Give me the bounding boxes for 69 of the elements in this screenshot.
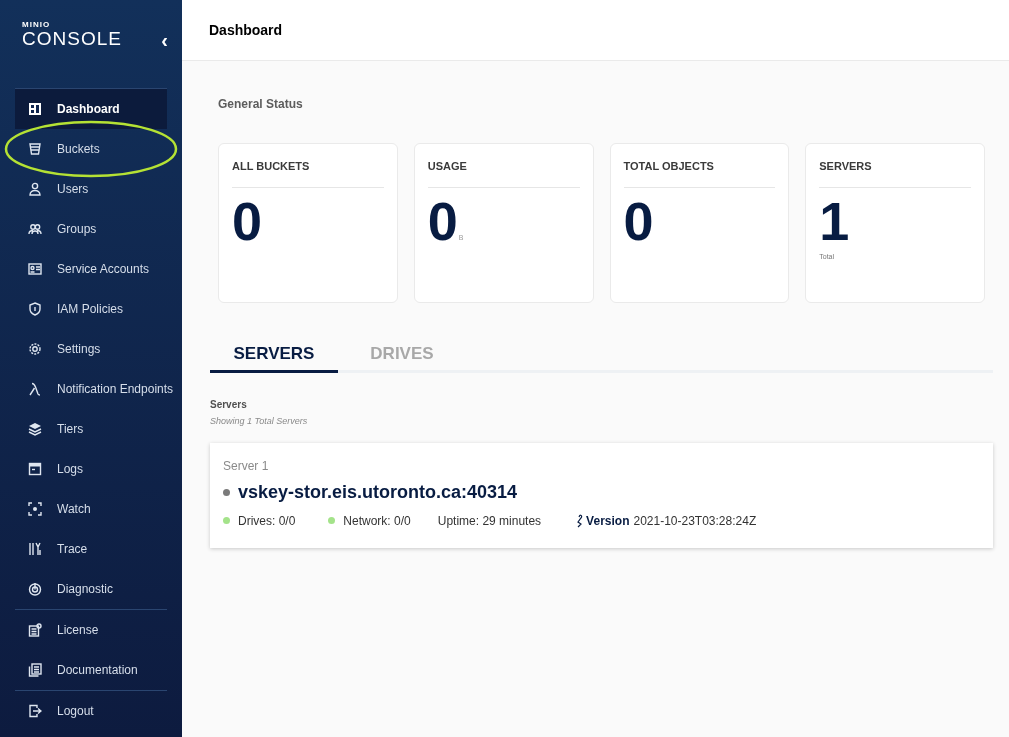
collapse-button[interactable]: ‹ <box>161 30 168 50</box>
id-card-icon <box>28 262 42 276</box>
documents-icon <box>28 663 42 677</box>
card-label: SERVERS <box>819 160 872 172</box>
nav-label: Notification Endpoints <box>57 381 174 398</box>
trace-lines-icon <box>28 542 42 556</box>
nav-item[interactable]: Diagnostic <box>15 569 167 609</box>
list-title: Servers <box>210 398 248 412</box>
nav-label: IAM Policies <box>57 301 124 318</box>
settings-icon <box>28 342 42 356</box>
nav-item[interactable]: Tiers <box>15 409 167 449</box>
card-value: 1 <box>819 189 850 252</box>
nav-item[interactable]: Dashboard <box>15 89 167 129</box>
list-subtitle: Showing 1 Total Servers <box>210 415 309 428</box>
version-label: Version <box>586 512 630 530</box>
tab[interactable]: SERVERS <box>210 337 338 373</box>
shield-icon <box>28 302 42 316</box>
license-icon <box>28 623 42 637</box>
bucket-icon <box>28 142 42 156</box>
logout-icon <box>28 704 42 718</box>
nav-label: Dashboard <box>57 101 120 118</box>
card-label: ALL BUCKETS <box>232 160 310 172</box>
server-name: Server 1 <box>223 457 269 475</box>
network-status: Network: 0/0 <box>343 512 411 530</box>
nav-label: Diagnostic <box>57 581 114 598</box>
nav-label: Buckets <box>57 141 100 158</box>
nav-label: Service Accounts <box>57 261 150 278</box>
logo-text: CONSOLE <box>22 29 122 49</box>
group-icon <box>28 222 42 236</box>
nav-label: Users <box>57 181 89 198</box>
nav-item[interactable]: Settings <box>15 329 167 369</box>
card-value: 0 <box>623 189 654 252</box>
card-value: 0 <box>232 189 263 252</box>
nav-label: Groups <box>57 221 97 238</box>
log-window-icon <box>28 462 42 476</box>
nav-label: Logout <box>57 703 94 720</box>
card-label: USAGE <box>427 160 467 172</box>
card-label: TOTAL OBJECTS <box>623 160 714 172</box>
user-icon <box>28 182 42 196</box>
focus-icon <box>28 502 42 516</box>
nav-item[interactable]: Watch <box>15 489 167 529</box>
card-value: 0 <box>427 189 458 252</box>
version-text: 2021-10-23T03:28:24Z <box>633 512 757 530</box>
nav-item[interactable]: Groups <box>15 209 167 249</box>
nav-item[interactable]: License <box>15 610 167 650</box>
nav-item[interactable]: Logs <box>15 449 167 489</box>
nav-label: Trace <box>57 541 88 558</box>
layers-icon <box>28 422 42 436</box>
uptime-text: Uptime: 29 minutes <box>437 512 542 530</box>
nav-item[interactable]: Users <box>15 169 167 209</box>
nav-item[interactable]: Documentation <box>15 650 167 690</box>
nav-label: Logs <box>57 461 84 478</box>
lambda-icon <box>28 382 42 396</box>
nav-label: Tiers <box>57 421 84 438</box>
server-host: vskey-stor.eis.utoronto.ca:40314 <box>238 480 518 504</box>
nav-label: Settings <box>57 341 101 358</box>
nav-item[interactable]: IAM Policies <box>15 289 167 329</box>
logo-small-text: MINIO <box>22 20 52 29</box>
nav-item[interactable]: Trace <box>15 529 167 569</box>
dashboard-icon <box>28 102 42 116</box>
nav-item[interactable]: Service Accounts <box>15 249 167 289</box>
gauge-icon <box>28 582 42 596</box>
page-title: Dashboard <box>209 20 283 40</box>
nav-item[interactable]: Logout <box>15 691 167 731</box>
nav-label: Documentation <box>57 662 138 679</box>
drives-status: Drives: 0/0 <box>238 512 296 530</box>
nav-label: Watch <box>57 501 91 518</box>
nav-label: License <box>57 622 99 639</box>
section-title: General Status <box>218 97 303 111</box>
